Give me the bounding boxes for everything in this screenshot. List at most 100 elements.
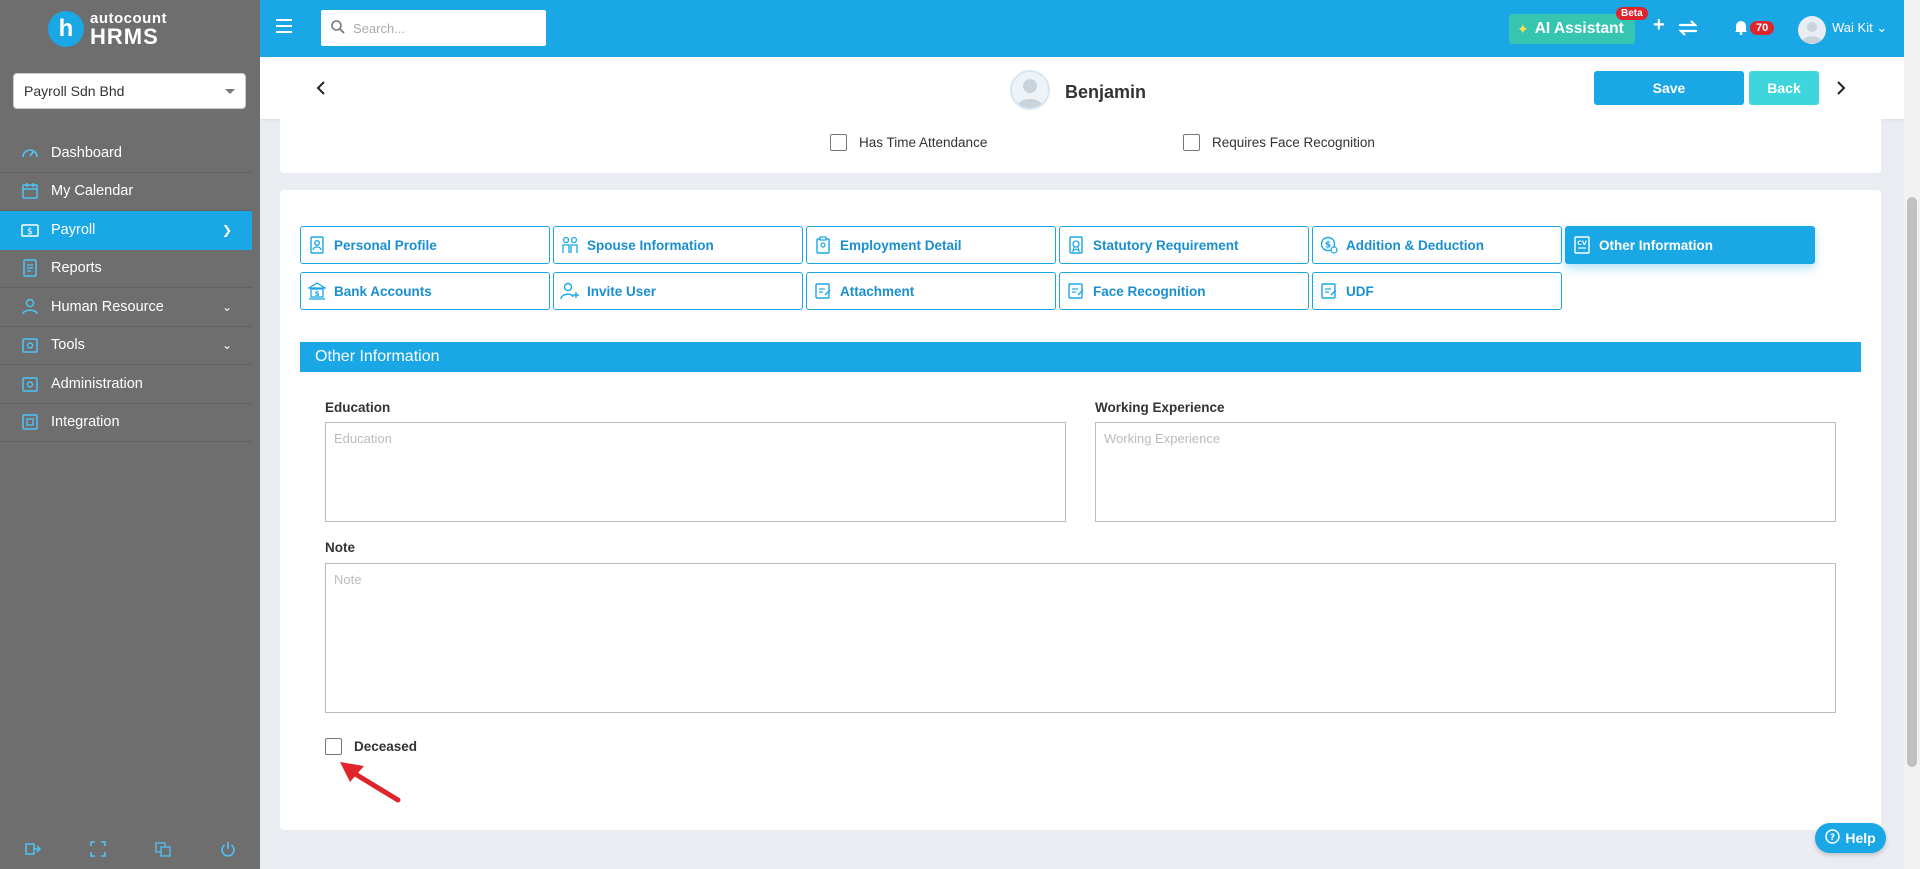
beta-badge: Beta [1616,7,1648,20]
previous-record-icon[interactable] [314,78,328,98]
tab-udf[interactable]: UDF [1312,272,1562,310]
sidebar-item-label: Integration [51,414,120,431]
clipboard-icon [813,235,833,255]
sidebar-item-tools[interactable]: Tools ⌄ [0,327,252,365]
language-icon[interactable] [153,839,173,859]
logout-icon[interactable] [23,839,43,859]
logo-mark: h [48,11,84,47]
tab-label: Face Recognition [1093,283,1206,299]
working-experience-label: Working Experience [1095,400,1225,415]
user-avatar[interactable] [1798,16,1826,44]
tab-personal-profile[interactable]: Personal Profile [300,226,550,264]
note-label: Note [325,540,355,555]
search-box[interactable] [321,10,546,46]
tab-bank-accounts[interactable]: $ Bank Accounts [300,272,550,310]
tab-face-recognition[interactable]: Face Recognition [1059,272,1309,310]
search-input[interactable] [353,20,523,36]
money-icon: $ [1319,235,1339,255]
sidebar-item-reports[interactable]: Reports [0,250,252,288]
company-select[interactable]: Payroll Sdn Bhd [13,73,246,109]
checkbox-label: Requires Face Recognition [1212,135,1375,150]
power-icon[interactable] [218,839,238,859]
company-name: Payroll Sdn Bhd [24,83,125,99]
requires-face-recognition-checkbox[interactable]: Requires Face Recognition [1183,134,1375,151]
document-edit-icon [813,281,833,301]
help-label: Help [1845,830,1876,846]
tab-other-information[interactable]: CV Other Information [1565,226,1815,264]
bell-icon[interactable] [1734,19,1748,38]
next-record-icon[interactable] [1834,78,1848,98]
scrollbar-thumb[interactable] [1907,197,1917,767]
has-time-attendance-checkbox[interactable]: Has Time Attendance [830,134,987,151]
chevron-down-icon: ⌄ [221,338,232,353]
employee-avatar [1010,70,1050,110]
tab-statutory-requirement[interactable]: Statutory Requirement [1059,226,1309,264]
help-button[interactable]: ? Help [1815,823,1886,853]
sparkle-icon: ✦ [1517,20,1529,37]
save-button[interactable]: Save [1594,71,1744,105]
sidebar-item-my-calendar[interactable]: My Calendar [0,173,252,211]
tab-invite-user[interactable]: Invite User [553,272,803,310]
sidebar-item-label: Administration [51,375,143,392]
payroll-icon: $ [20,220,40,240]
sidebar-item-label: My Calendar [51,183,134,200]
tab-attachment[interactable]: Attachment [806,272,1056,310]
deceased-checkbox[interactable]: Deceased [325,738,417,755]
education-field[interactable] [325,422,1066,522]
section-title: Other Information [300,342,1861,372]
sidebar-item-label: Human Resource [51,298,164,315]
sidebar-item-payroll[interactable]: $ Payroll ❯ [0,211,252,250]
back-button[interactable]: Back [1749,71,1819,105]
chevron-down-icon: ⌄ [221,299,232,314]
document-edit-icon [1319,281,1339,301]
add-user-icon [560,281,580,301]
tab-spouse-information[interactable]: Spouse Information [553,226,803,264]
tab-label: Employment Detail [840,237,962,253]
sidebar-item-label: Tools [51,337,85,354]
dashboard-icon [20,143,40,163]
working-experience-field[interactable] [1095,422,1836,522]
tab-label: Spouse Information [587,237,714,253]
sidebar-item-dashboard[interactable]: Dashboard [0,134,252,173]
cv-icon: CV [1572,235,1592,255]
employee-name: Benjamin [1065,82,1147,102]
checkbox[interactable] [830,134,847,151]
note-field[interactable] [325,563,1836,713]
switch-icon[interactable] [1676,17,1700,42]
user-name: Wai Kit [1832,20,1873,35]
svg-text:$: $ [315,290,320,298]
svg-text:CV: CV [1577,239,1587,247]
sidebar-item-label: Dashboard [51,144,122,161]
sidebar-item-integration[interactable]: Integration [0,404,252,442]
app-logo[interactable]: h autocount HRMS [48,8,167,50]
checkbox-label: Has Time Attendance [859,135,988,150]
fullscreen-icon[interactable] [88,839,108,859]
help-icon: ? [1825,829,1841,847]
sidebar: h autocount HRMS Payroll Sdn Bhd Dashboa… [0,0,260,869]
attendance-card [280,119,1881,173]
svg-text:?: ? [1830,833,1835,843]
sidebar-item-human-resource[interactable]: Human Resource ⌄ [0,288,252,327]
tab-label: Personal Profile [334,237,437,253]
ai-assistant-label: AI Assistant [1534,20,1624,37]
user-menu[interactable]: Wai Kit ⌄ [1832,20,1887,36]
ai-assistant-button[interactable]: ✦ AI Assistant [1509,14,1635,44]
tab-employment-detail[interactable]: Employment Detail [806,226,1056,264]
chevron-right-icon: ❯ [221,222,232,237]
tab-addition-deduction[interactable]: $ Addition & Deduction [1312,226,1562,264]
checkbox[interactable] [1183,134,1200,151]
search-icon [331,19,345,37]
checkbox-label: Deceased [354,739,418,754]
menu-icon[interactable] [276,19,292,33]
add-icon[interactable]: + [1653,14,1665,37]
sidebar-item-label: Payroll [51,221,96,238]
reports-icon [20,258,40,278]
human-resource-icon [20,297,40,317]
tab-label: Statutory Requirement [1093,237,1239,253]
sidebar-item-label: Reports [51,260,102,277]
sidebar-item-administration[interactable]: Administration [0,365,252,404]
checkbox[interactable] [325,738,342,755]
annotation-arrow-icon [338,758,404,807]
top-bar: ✦ AI Assistant Beta + 70 Wai Kit ⌄ [260,0,1920,57]
tools-icon [20,335,40,355]
